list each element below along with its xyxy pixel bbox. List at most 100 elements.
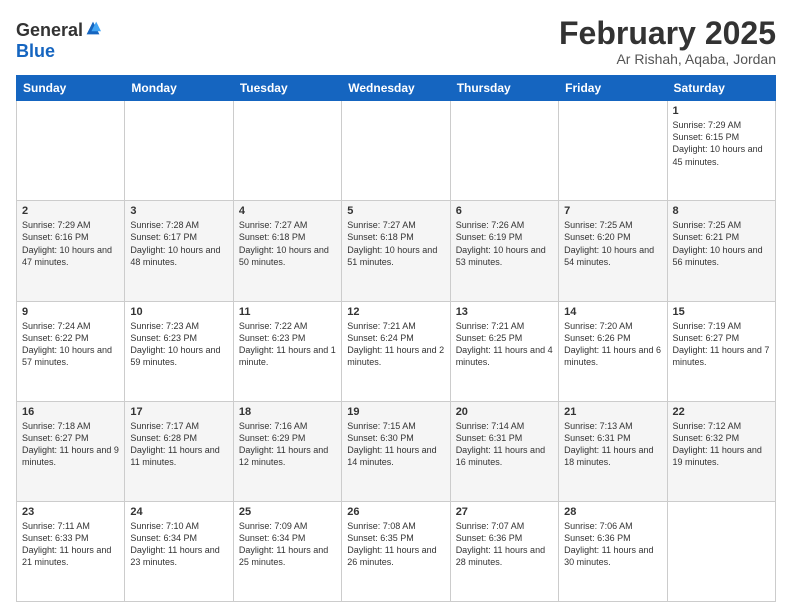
header: General Blue February 2025 Ar Rishah, Aq… xyxy=(16,16,776,67)
day-info: Sunrise: 7:15 AM Sunset: 6:30 PM Dayligh… xyxy=(347,420,444,469)
day-number: 28 xyxy=(564,506,661,518)
day-info: Sunrise: 7:22 AM Sunset: 6:23 PM Dayligh… xyxy=(239,320,336,369)
col-thursday: Thursday xyxy=(450,76,558,101)
day-number: 1 xyxy=(673,105,770,117)
calendar-week-row: 9Sunrise: 7:24 AM Sunset: 6:22 PM Daylig… xyxy=(17,301,776,401)
day-info: Sunrise: 7:09 AM Sunset: 6:34 PM Dayligh… xyxy=(239,520,336,569)
col-wednesday: Wednesday xyxy=(342,76,450,101)
table-row: 12Sunrise: 7:21 AM Sunset: 6:24 PM Dayli… xyxy=(342,301,450,401)
day-info: Sunrise: 7:24 AM Sunset: 6:22 PM Dayligh… xyxy=(22,320,119,369)
table-row: 10 Sunrise: 7:23 AM Sunset: 6:23 PM Dayli… xyxy=(125,301,233,401)
table-row: 24 Sunrise: 7:10 AM Sunset: 6:34 PM Dayli… xyxy=(125,501,233,601)
day-number: 27 xyxy=(456,506,553,518)
table-row xyxy=(450,101,558,201)
day-info: Sunrise: 7:06 AM Sunset: 6:36 PM Dayligh… xyxy=(564,520,661,569)
table-row: 1 Sunrise: 7:29 AM Sunset: 6:15 PM Daylig… xyxy=(667,101,775,201)
table-row: 5 Sunrise: 7:27 AM Sunset: 6:18 PM Daylig… xyxy=(342,201,450,301)
day-number: 10 xyxy=(130,306,227,318)
day-info: Sunrise: 7:13 AM Sunset: 6:31 PM Dayligh… xyxy=(564,420,661,469)
calendar-header-row: Sunday Monday Tuesday Wednesday Thursday… xyxy=(17,76,776,101)
table-row: 7Sunrise: 7:25 AM Sunset: 6:20 PM Daylig… xyxy=(559,201,667,301)
day-number: 20 xyxy=(456,406,553,418)
calendar-week-row: 2 Sunrise: 7:29 AM Sunset: 6:16 PM Daylig… xyxy=(17,201,776,301)
table-row: 21 Sunrise: 7:13 AM Sunset: 6:31 PM Dayli… xyxy=(559,401,667,501)
day-info: Sunrise: 7:29 AM Sunset: 6:16 PM Dayligh… xyxy=(22,219,119,268)
day-number: 2 xyxy=(22,205,119,217)
day-info: Sunrise: 7:27 AM Sunset: 6:18 PM Dayligh… xyxy=(239,219,336,268)
day-number: 24 xyxy=(130,506,227,518)
table-row xyxy=(559,101,667,201)
day-number: 11 xyxy=(239,306,336,318)
day-number: 26 xyxy=(347,506,444,518)
day-number: 4 xyxy=(239,205,336,217)
day-info: Sunrise: 7:23 AM Sunset: 6:23 PM Dayligh… xyxy=(130,320,227,369)
day-info: Sunrise: 7:16 AM Sunset: 6:29 PM Dayligh… xyxy=(239,420,336,469)
day-info: Sunrise: 7:28 AM Sunset: 6:17 PM Dayligh… xyxy=(130,219,227,268)
day-number: 5 xyxy=(347,205,444,217)
table-row xyxy=(233,101,341,201)
day-info: Sunrise: 7:11 AM Sunset: 6:33 PM Dayligh… xyxy=(22,520,119,569)
col-sunday: Sunday xyxy=(17,76,125,101)
logo: General Blue xyxy=(16,20,101,62)
day-number: 6 xyxy=(456,205,553,217)
day-number: 14 xyxy=(564,306,661,318)
table-row: 8Sunrise: 7:25 AM Sunset: 6:21 PM Daylig… xyxy=(667,201,775,301)
page: General Blue February 2025 Ar Rishah, Aq… xyxy=(0,0,792,612)
table-row: 11 Sunrise: 7:22 AM Sunset: 6:23 PM Dayli… xyxy=(233,301,341,401)
table-row: 20 Sunrise: 7:14 AM Sunset: 6:31 PM Dayli… xyxy=(450,401,558,501)
day-info: Sunrise: 7:14 AM Sunset: 6:31 PM Dayligh… xyxy=(456,420,553,469)
table-row: 4 Sunrise: 7:27 AM Sunset: 6:18 PM Daylig… xyxy=(233,201,341,301)
table-row: 18 Sunrise: 7:16 AM Sunset: 6:29 PM Dayli… xyxy=(233,401,341,501)
month-title: February 2025 xyxy=(559,16,776,51)
calendar-week-row: 16 Sunrise: 7:18 AM Sunset: 6:27 PM Dayli… xyxy=(17,401,776,501)
col-saturday: Saturday xyxy=(667,76,775,101)
col-monday: Monday xyxy=(125,76,233,101)
day-info: Sunrise: 7:29 AM Sunset: 6:15 PM Dayligh… xyxy=(673,119,770,168)
day-number: 18 xyxy=(239,406,336,418)
day-number: 21 xyxy=(564,406,661,418)
table-row: 2 Sunrise: 7:29 AM Sunset: 6:16 PM Daylig… xyxy=(17,201,125,301)
day-number: 17 xyxy=(130,406,227,418)
table-row: 22 Sunrise: 7:12 AM Sunset: 6:32 PM Dayli… xyxy=(667,401,775,501)
logo-blue: Blue xyxy=(16,41,55,62)
table-row: 27 Sunrise: 7:07 AM Sunset: 6:36 PM Dayli… xyxy=(450,501,558,601)
day-info: Sunrise: 7:18 AM Sunset: 6:27 PM Dayligh… xyxy=(22,420,119,469)
calendar-week-row: 23 Sunrise: 7:11 AM Sunset: 6:33 PM Dayli… xyxy=(17,501,776,601)
day-number: 22 xyxy=(673,406,770,418)
day-info: Sunrise: 7:08 AM Sunset: 6:35 PM Dayligh… xyxy=(347,520,444,569)
day-number: 16 xyxy=(22,406,119,418)
day-number: 19 xyxy=(347,406,444,418)
table-row xyxy=(125,101,233,201)
logo-general: General xyxy=(16,20,83,41)
day-info: Sunrise: 7:12 AM Sunset: 6:32 PM Dayligh… xyxy=(673,420,770,469)
table-row: 3 Sunrise: 7:28 AM Sunset: 6:17 PM Daylig… xyxy=(125,201,233,301)
table-row xyxy=(17,101,125,201)
table-row: 19 Sunrise: 7:15 AM Sunset: 6:30 PM Dayli… xyxy=(342,401,450,501)
day-info: Sunrise: 7:19 AM Sunset: 6:27 PM Dayligh… xyxy=(673,320,770,369)
table-row xyxy=(667,501,775,601)
table-row: 28 Sunrise: 7:06 AM Sunset: 6:36 PM Dayli… xyxy=(559,501,667,601)
day-number: 23 xyxy=(22,506,119,518)
day-info: Sunrise: 7:20 AM Sunset: 6:26 PM Dayligh… xyxy=(564,320,661,369)
table-row: 6Sunrise: 7:26 AM Sunset: 6:19 PM Daylig… xyxy=(450,201,558,301)
logo-icon xyxy=(85,20,101,36)
table-row: 16 Sunrise: 7:18 AM Sunset: 6:27 PM Dayli… xyxy=(17,401,125,501)
day-info: Sunrise: 7:21 AM Sunset: 6:24 PM Dayligh… xyxy=(347,320,444,369)
calendar: Sunday Monday Tuesday Wednesday Thursday… xyxy=(16,75,776,602)
table-row: 13 Sunrise: 7:21 AM Sunset: 6:25 PM Dayli… xyxy=(450,301,558,401)
day-info: Sunrise: 7:25 AM Sunset: 6:20 PM Dayligh… xyxy=(564,219,661,268)
table-row xyxy=(342,101,450,201)
day-info: Sunrise: 7:27 AM Sunset: 6:18 PM Dayligh… xyxy=(347,219,444,268)
table-row: 26 Sunrise: 7:08 AM Sunset: 6:35 PM Dayli… xyxy=(342,501,450,601)
table-row: 23 Sunrise: 7:11 AM Sunset: 6:33 PM Dayli… xyxy=(17,501,125,601)
day-info: Sunrise: 7:10 AM Sunset: 6:34 PM Dayligh… xyxy=(130,520,227,569)
col-friday: Friday xyxy=(559,76,667,101)
day-info: Sunrise: 7:07 AM Sunset: 6:36 PM Dayligh… xyxy=(456,520,553,569)
day-number: 3 xyxy=(130,205,227,217)
day-info: Sunrise: 7:21 AM Sunset: 6:25 PM Dayligh… xyxy=(456,320,553,369)
day-number: 13 xyxy=(456,306,553,318)
calendar-week-row: 1 Sunrise: 7:29 AM Sunset: 6:15 PM Daylig… xyxy=(17,101,776,201)
day-number: 15 xyxy=(673,306,770,318)
day-info: Sunrise: 7:17 AM Sunset: 6:28 PM Dayligh… xyxy=(130,420,227,469)
title-section: February 2025 Ar Rishah, Aqaba, Jordan xyxy=(559,16,776,67)
